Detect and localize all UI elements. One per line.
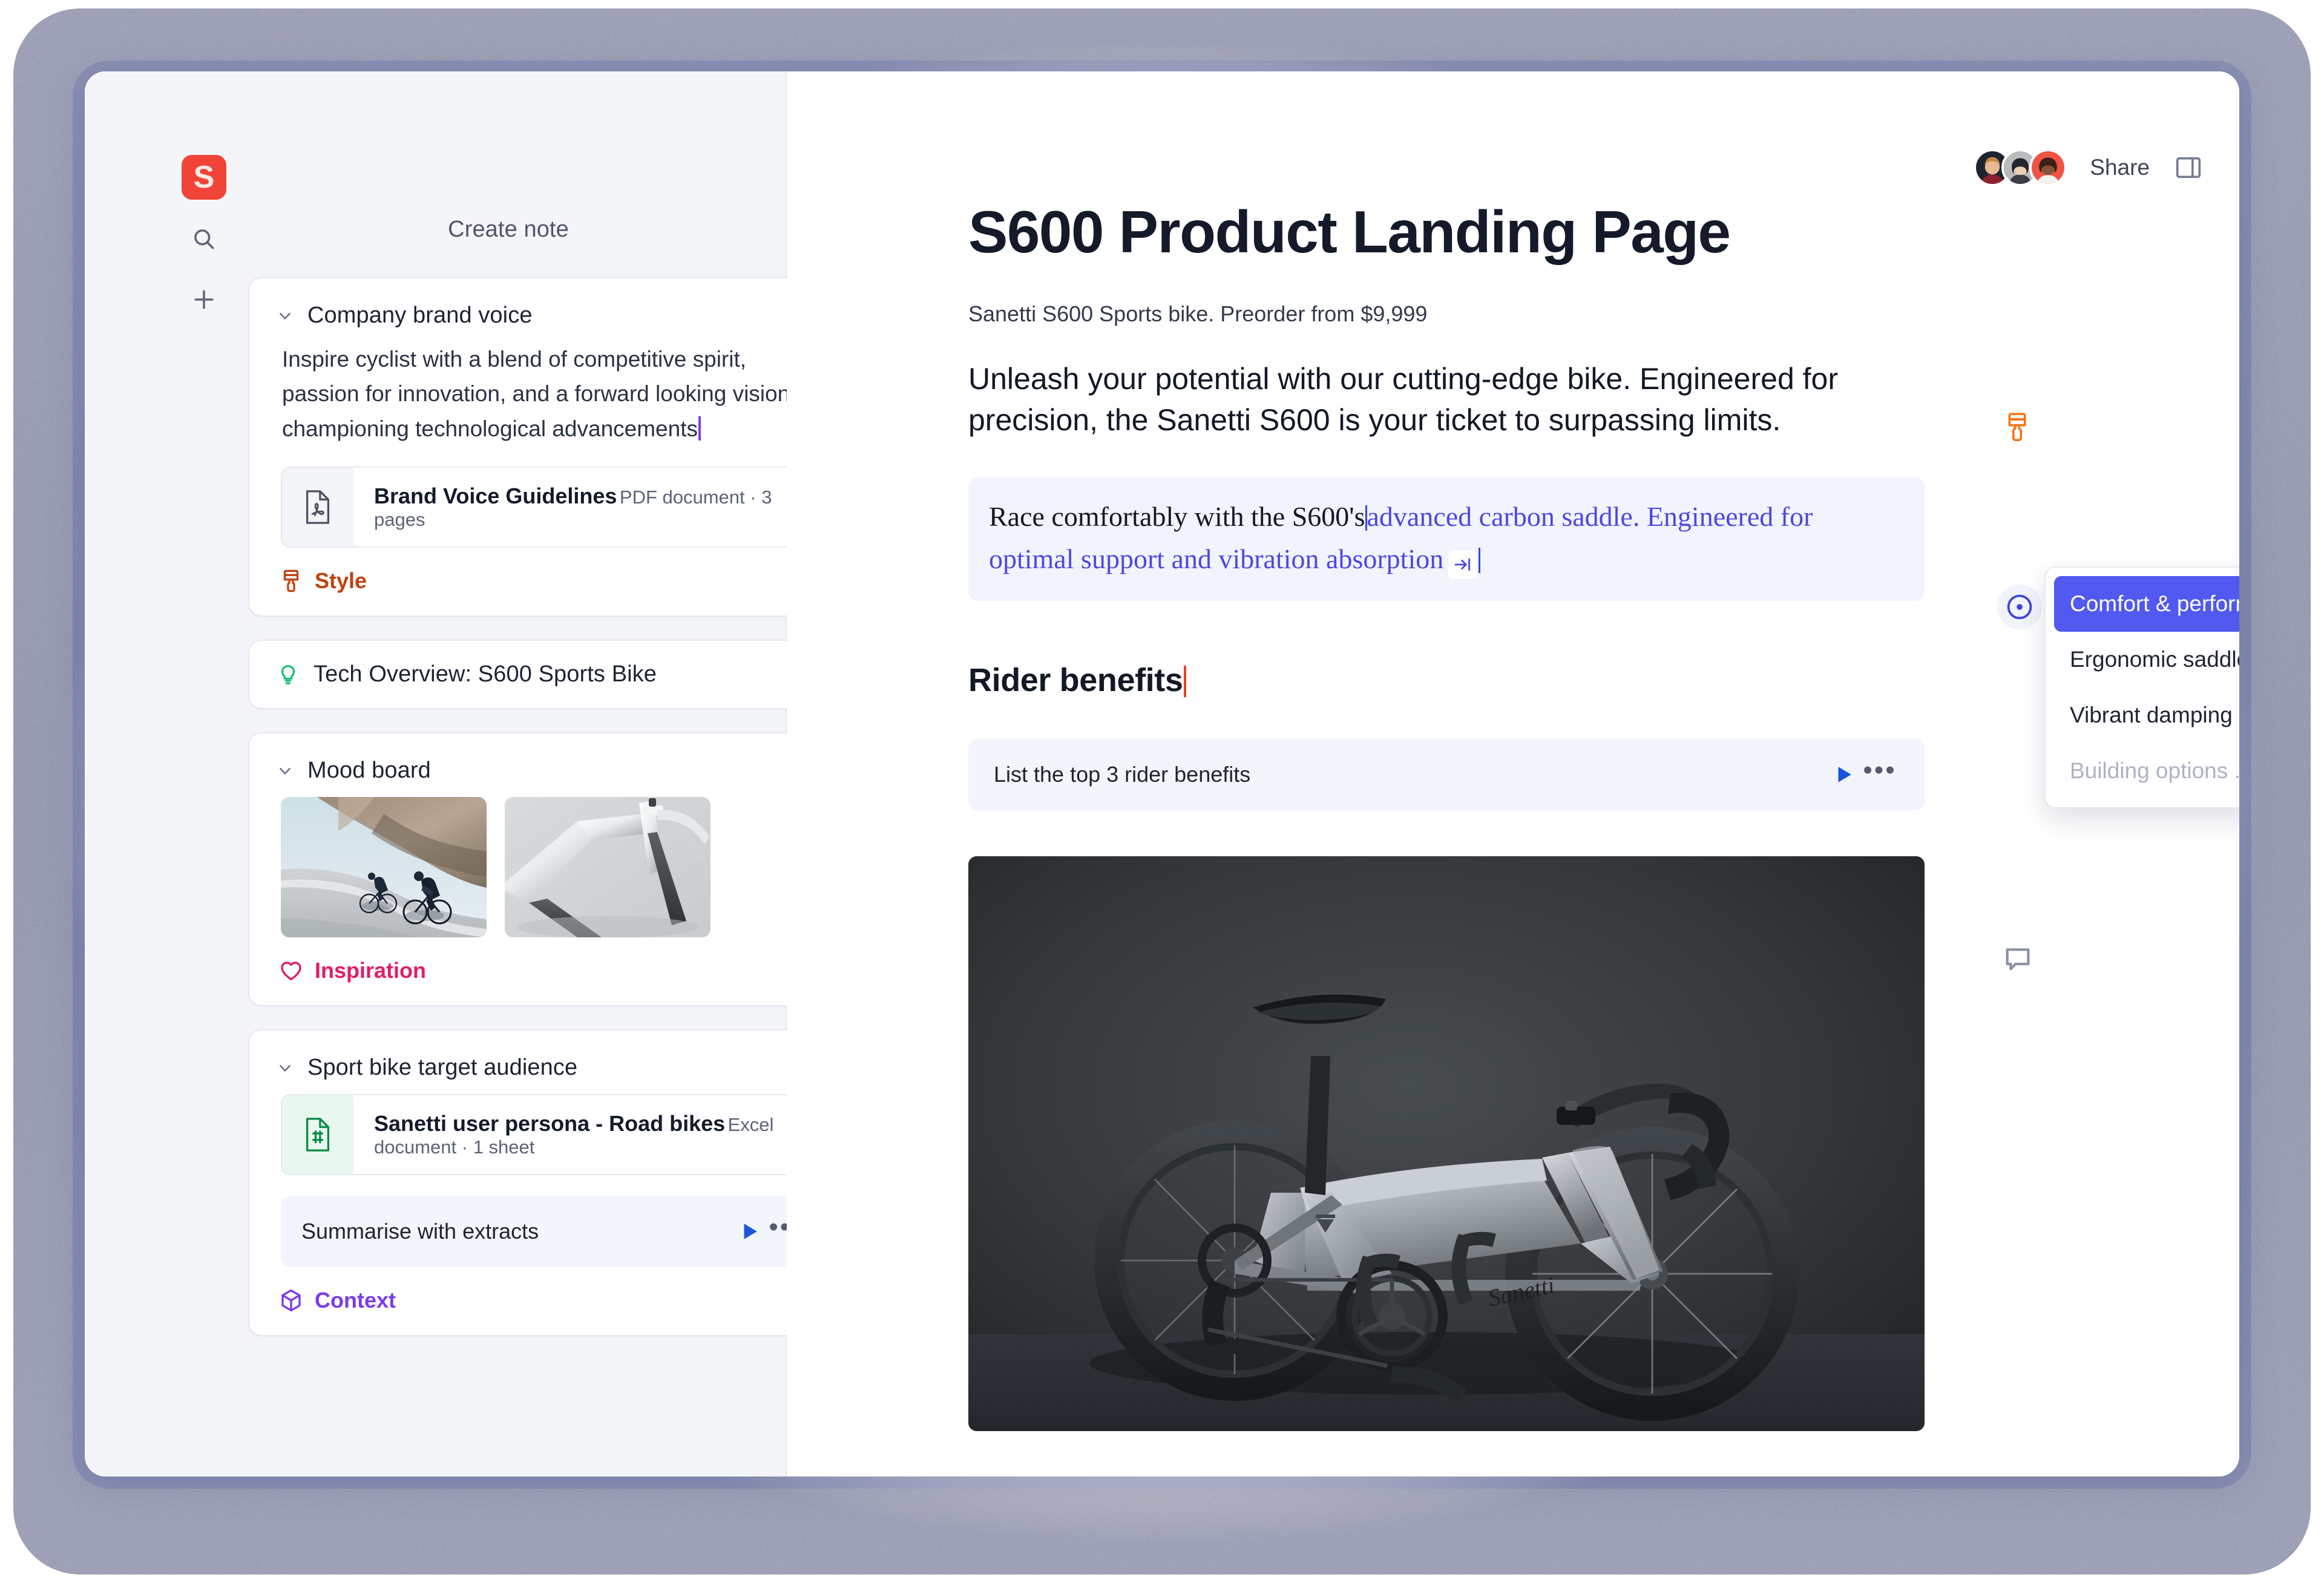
ai-suggestion-block[interactable]: Race comfortably with the S600'sadvanced…	[968, 477, 1925, 601]
app-window: S Create note Company brand voice Inspir…	[85, 71, 2239, 1476]
split-panel-icon[interactable]	[2173, 152, 2204, 183]
sidebar-card-list: Company brand voice Inspire cyclist with…	[248, 277, 853, 1359]
attachment-text: Sanetti user persona - Road bikes Excel …	[353, 1095, 824, 1174]
hero-product-image[interactable]: Sanetti	[968, 856, 1925, 1431]
ellipsis-icon[interactable]: •••	[1860, 756, 1899, 792]
lightbulb-icon	[276, 663, 300, 687]
suggestion-loading-status: Building options ...	[2054, 743, 2239, 799]
play-icon[interactable]	[1827, 758, 1860, 792]
desktop-backdrop: S Create note Company brand voice Inspir…	[0, 0, 2324, 1583]
plus-icon[interactable]	[186, 282, 222, 317]
document-pane: Share S600 Product Landing Page Sanetti …	[787, 71, 2239, 1476]
badge-context[interactable]: Context	[278, 1288, 826, 1313]
card-body-text[interactable]: Inspire cyclist with a blend of competit…	[282, 342, 826, 446]
mood-image-frame-detail[interactable]	[505, 797, 711, 938]
card-mood-board[interactable]: Mood board Inspiration	[248, 732, 853, 1007]
page-subtitle[interactable]: Sanetti S600 Sports bike. Preorder from …	[968, 301, 1985, 327]
lead-paragraph[interactable]: Unleash your potential with our cutting-…	[968, 358, 1876, 441]
attachment-name: Sanetti user persona - Road bikes	[374, 1111, 726, 1136]
play-icon[interactable]	[732, 1214, 766, 1248]
card-title: Tech Overview: S600 Sports Bike	[313, 661, 657, 687]
search-icon[interactable]	[186, 221, 222, 257]
suggestion-option-vibrant-damping[interactable]: Vibrant damping	[2054, 687, 2239, 743]
pdf-file-icon	[282, 468, 353, 547]
text-caret	[1184, 665, 1187, 697]
text-caret-end	[1479, 547, 1481, 573]
suggestion-option-comfort-performance[interactable]: Comfort & performance	[2054, 576, 2239, 632]
prompt-summarise-with-extracts[interactable]: Summarise with extracts •••	[281, 1196, 826, 1268]
mood-board-images	[281, 797, 826, 938]
card-title: Mood board	[307, 758, 431, 784]
heart-icon	[281, 962, 301, 981]
tab-key-icon[interactable]	[1448, 549, 1478, 579]
cube-icon	[281, 1289, 301, 1312]
sidebar: S Create note Company brand voice Inspir…	[85, 71, 853, 1476]
badge-label: Style	[315, 568, 367, 594]
card-sport-bike-target-audience[interactable]: Sport bike target audience Sanetti user …	[248, 1029, 853, 1337]
app-logo[interactable]: S	[182, 155, 226, 200]
create-note-button[interactable]: Create note	[248, 217, 769, 243]
suggestion-label: Ergonomic saddle	[2070, 647, 2239, 672]
excel-file-icon	[282, 1095, 353, 1175]
paint-brush-icon	[283, 569, 299, 592]
paint-brush-icon[interactable]	[2003, 411, 2031, 445]
suggestion-label: Comfort & performance	[2070, 591, 2239, 616]
prompt-text: Summarise with extracts	[301, 1219, 539, 1244]
card-tech-overview[interactable]: Tech Overview: S600 Sports Bike	[248, 640, 853, 710]
suggestion-label: Vibrant damping	[2070, 703, 2233, 727]
avatar[interactable]	[2029, 149, 2067, 186]
card-header: Tech Overview: S600 Sports Bike	[276, 661, 826, 687]
attachment-user-persona[interactable]: Sanetti user persona - Road bikes Excel …	[281, 1094, 826, 1176]
badge-label: Context	[315, 1288, 396, 1313]
record-dot-icon[interactable]	[1997, 585, 2042, 629]
document-body: S600 Product Landing Page Sanetti S600 S…	[968, 199, 1985, 1431]
prompt-text: List the top 3 rider benefits	[994, 761, 1251, 787]
attachment-brand-voice-guidelines[interactable]: Brand Voice Guidelines PDF document · 3 …	[281, 467, 826, 548]
document-topbar: Share	[1974, 149, 2204, 186]
suggestion-dropdown[interactable]: Comfort & performance Ergonomic saddle V…	[2044, 566, 2239, 808]
badge-inspiration[interactable]: Inspiration	[278, 958, 826, 983]
share-button[interactable]: Share	[2087, 151, 2152, 184]
card-company-brand-voice[interactable]: Company brand voice Inspire cyclist with…	[248, 277, 853, 617]
card-title: Sport bike target audience	[307, 1055, 578, 1081]
chevron-down-icon[interactable]	[276, 307, 294, 325]
attachment-text: Brand Voice Guidelines PDF document · 3 …	[353, 468, 824, 546]
collaborator-avatars	[1974, 149, 2067, 186]
text-caret	[698, 416, 701, 441]
badge-label: Inspiration	[315, 958, 427, 983]
section-heading[interactable]: Rider benefits	[968, 661, 1985, 699]
chevron-down-icon[interactable]	[276, 762, 294, 780]
suggestion-option-ergonomic-saddle[interactable]: Ergonomic saddle	[2054, 632, 2239, 687]
card-header: Mood board	[276, 758, 826, 784]
card-header: Company brand voice	[276, 303, 826, 329]
prompt-rider-benefits[interactable]: List the top 3 rider benefits •••	[968, 738, 1925, 810]
attachment-name: Brand Voice Guidelines	[374, 483, 617, 509]
badge-style[interactable]: Style	[278, 568, 826, 594]
committed-text: Race comfortably with the S600's	[989, 500, 1365, 532]
mood-image-cyclists[interactable]	[281, 797, 487, 938]
suggestion-label: Building options ...	[2070, 758, 2239, 783]
comment-bubble-icon[interactable]	[2002, 943, 2034, 974]
card-title: Company brand voice	[307, 303, 533, 328]
page-title[interactable]: S600 Product Landing Page	[968, 199, 1985, 265]
card-header: Sport bike target audience	[276, 1055, 826, 1081]
chevron-down-icon[interactable]	[276, 1059, 294, 1077]
